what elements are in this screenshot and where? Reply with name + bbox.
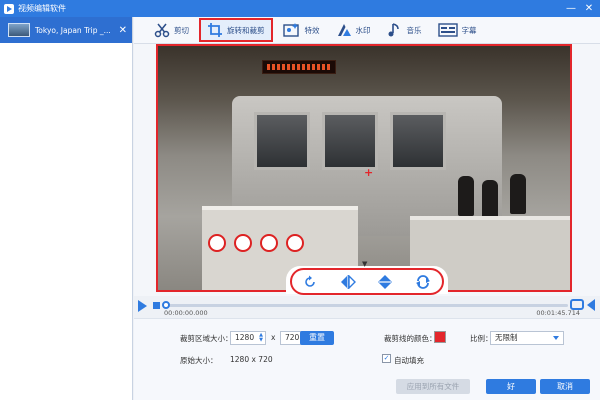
edit-tabs-toolbar: 剪切 旋转和裁剪 特效 水印 音乐 字幕 [134,17,600,44]
prohibition-sign-icon [260,234,278,252]
stop-icon[interactable] [153,302,160,309]
auto-fill-label: 自动填充 [394,356,424,365]
train-window [390,112,446,170]
volume-icon[interactable] [587,299,595,311]
music-icon [388,23,399,37]
video-thumbnail [8,23,30,37]
playback-bar: 00:00:00.000 00:01:45.714 [134,296,600,318]
rotate-flip-controls: ▼ [286,260,448,295]
crop-size-label: 裁剪区域大小： [180,334,233,343]
person-silhouette [482,180,498,220]
flip-horizontal-icon[interactable] [340,274,356,289]
train-window [322,112,378,170]
stepper-icon[interactable]: ▲▼ [259,333,263,343]
tab-watermark[interactable]: 水印 [330,18,377,42]
window-title: 视频编辑软件 [18,4,66,13]
reset-crop-button[interactable]: 重置 [300,331,334,345]
tab-rotate-crop[interactable]: 旋转和裁剪 [199,18,273,42]
prohibition-sign-icon [208,234,226,252]
apply-to-all-button[interactable]: 应用到所有文件 [396,379,470,394]
led-sign [262,60,336,74]
person-silhouette [510,174,526,214]
current-time: 00:00:00.000 [164,309,208,317]
flip-vertical-icon[interactable] [378,274,393,290]
video-preview[interactable]: + [156,44,572,292]
tab-label: 字幕 [461,25,477,35]
crop-border-color-label: 裁剪线的颜色： [384,334,437,343]
file-list-item[interactable]: Tokyo, Japan Trip _... ✕ [0,17,132,43]
crop-width-value: 1280 [235,333,255,342]
crop-border-color-swatch[interactable] [434,331,446,343]
watermark-icon [337,24,351,36]
times-label: x [271,333,276,342]
ratio-value: 无限制 [495,333,518,342]
train-window [254,112,310,170]
auto-fill-checkbox[interactable]: ✓ [382,354,391,363]
collapse-controls-icon[interactable]: ▼ [362,260,367,268]
tab-label: 旋转和裁剪 [227,25,265,35]
tab-subtitle[interactable]: 字幕 [432,18,483,42]
original-size-label: 原始大小： [180,356,218,365]
subtitle-icon [437,23,458,37]
tab-label: 音乐 [406,25,422,35]
crop-rotate-icon [208,23,222,37]
minimize-button[interactable]: — [564,2,578,16]
file-name: Tokyo, Japan Trip _... [35,25,111,35]
seek-handle[interactable] [162,301,170,309]
seek-track[interactable] [164,304,568,307]
tab-label: 剪切 [174,25,189,35]
app-icon [4,3,14,14]
cancel-button[interactable]: 取消 [540,379,590,394]
chevron-down-icon [553,336,559,340]
scissors-icon [154,23,170,38]
crop-height-value: 720 [285,333,300,342]
tab-label: 水印 [355,25,371,35]
tab-music[interactable]: 音乐 [381,18,428,42]
close-button[interactable]: ✕ [582,2,596,16]
tab-label: 特效 [304,25,320,35]
person-silhouette [458,176,474,216]
rotate-icon[interactable] [303,275,317,289]
ratio-select[interactable]: 无限制 [490,331,564,345]
file-list-panel: Tokyo, Japan Trip _... ✕ [0,17,133,400]
tab-effects[interactable]: 特效 [277,18,326,42]
remove-file-icon[interactable]: ✕ [119,25,127,36]
crop-settings-panel: 裁剪区域大小： 1280 ▲▼ x 720 ▲▼ 重置 原始大小： 1280 x… [134,318,600,400]
crop-width-input[interactable]: 1280 ▲ ▼ [230,331,266,345]
tab-cut[interactable]: 剪切 [148,18,195,42]
total-time: 00:01:45.714 [536,309,580,317]
video-preview-area: + ▼ [134,44,600,296]
effects-icon [282,23,299,37]
title-bar: 视频编辑软件 — ✕ [0,0,600,17]
crop-center-crosshair[interactable]: + [364,166,373,179]
play-icon[interactable] [138,300,147,312]
prohibition-sign-icon [234,234,252,252]
ok-button[interactable]: 好 [486,379,536,394]
prohibition-sign-icon [286,234,304,252]
original-size-value: 1280 x 720 [230,355,273,364]
reset-icon[interactable] [415,274,431,289]
